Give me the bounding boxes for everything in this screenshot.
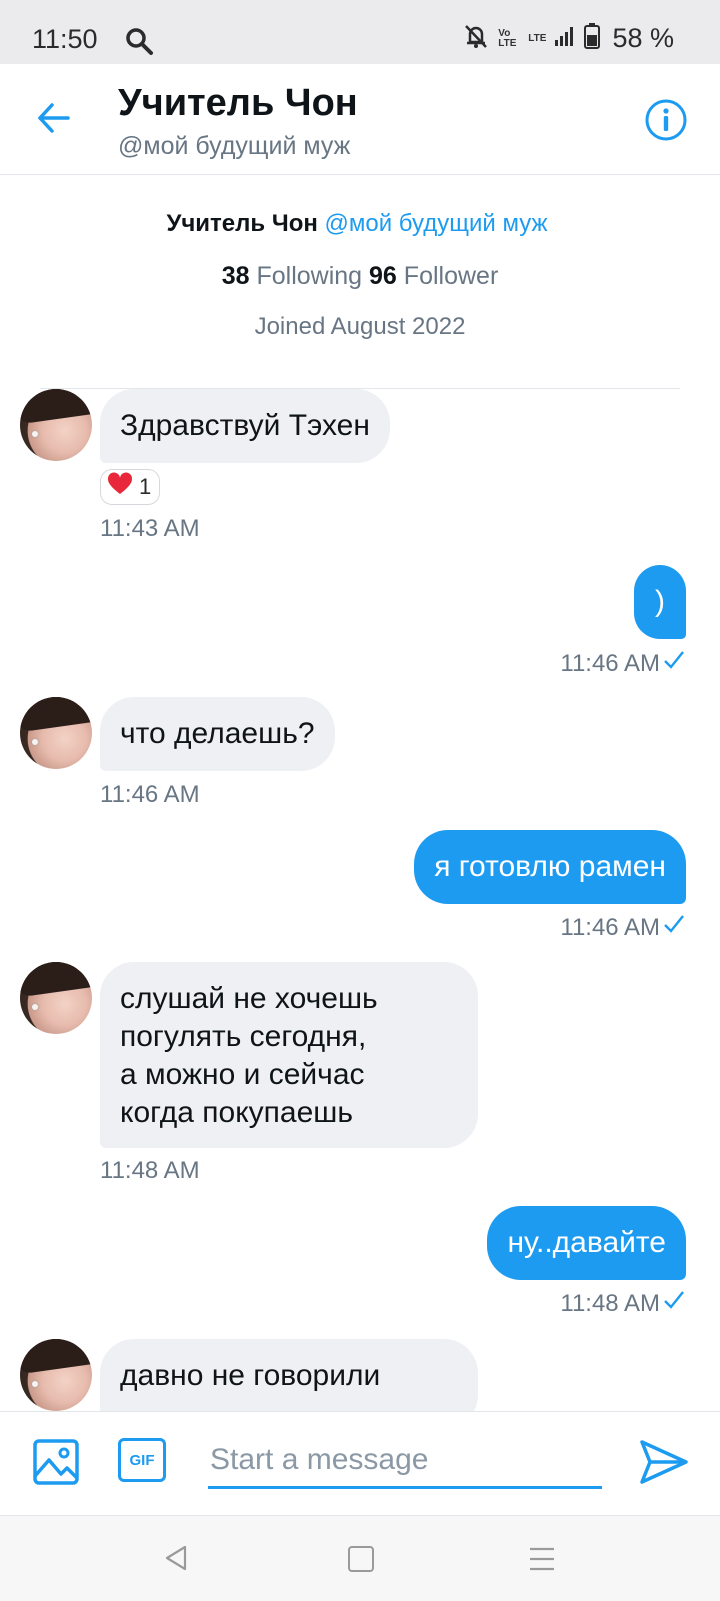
follower-count: 96 — [369, 262, 397, 290]
status-indicators: Vo LTE LTE 58 % — [462, 22, 674, 55]
checkmark-icon — [662, 649, 686, 678]
message-bubble-incoming[interactable]: давно не говорили — [100, 1339, 478, 1411]
conversation-title: Учитель Чон — [118, 82, 358, 124]
conversation-header: Учитель Чон @мой будущий муж — [0, 64, 720, 175]
message-timestamp: 11:46 AM — [560, 649, 660, 677]
message-timestamp: 11:48 AM — [100, 1157, 200, 1184]
message-timestamp-row: 11:48 AM — [560, 1289, 686, 1318]
message-bubble-incoming[interactable]: Здравствуй Тэхен — [100, 389, 390, 463]
message-timestamp: 11:48 AM — [560, 1289, 660, 1317]
message-timestamp: 11:46 AM — [100, 781, 200, 808]
avatar[interactable] — [20, 697, 92, 769]
back-arrow-icon[interactable] — [34, 98, 74, 138]
gif-label: GIF — [129, 1451, 155, 1469]
lte-label: LTE — [528, 32, 547, 44]
message-timestamp-row: 11:46 AM — [560, 913, 686, 942]
search-icon — [124, 26, 154, 61]
nav-recents-icon[interactable] — [528, 1546, 556, 1577]
message-bubble-incoming[interactable]: что делаешь? — [100, 697, 335, 771]
mute-bell-icon — [462, 22, 490, 55]
checkmark-icon — [662, 1289, 686, 1318]
gif-button[interactable]: GIF — [118, 1438, 166, 1482]
status-time: 11:50 — [32, 24, 98, 54]
battery-percent: 58 % — [612, 23, 674, 53]
message-list[interactable]: Здравствуй Тэхен 1 11:43 AM ) 11:46 AM ч… — [0, 389, 720, 1411]
conversation-handle: @мой будущий муж — [118, 132, 351, 160]
reaction-count: 1 — [139, 474, 152, 499]
system-nav-bar — [0, 1515, 720, 1601]
heart-icon — [107, 472, 133, 502]
message-bubble-outgoing[interactable]: ну..давайте — [487, 1206, 686, 1280]
nav-home-icon[interactable] — [348, 1546, 374, 1572]
message-bubble-outgoing[interactable]: я готовлю рамен — [414, 830, 686, 904]
volte-label: Vo LTE — [498, 27, 517, 49]
info-icon[interactable] — [644, 98, 688, 142]
image-icon[interactable] — [32, 1438, 80, 1486]
avatar[interactable] — [20, 1339, 92, 1411]
send-icon[interactable] — [636, 1434, 692, 1490]
signal-icon — [554, 25, 576, 52]
message-timestamp: 11:43 AM — [100, 515, 200, 542]
message-timestamp-row: 11:46 AM — [560, 649, 686, 678]
following-label: Following — [256, 262, 363, 290]
status-bar: 11:50 Vo LTE LTE 58 % — [0, 0, 720, 64]
checkmark-icon — [662, 913, 686, 942]
following-count: 38 — [221, 262, 250, 290]
joined-date: Joined August 2022 — [254, 313, 466, 340]
reaction-badge[interactable]: 1 — [100, 469, 161, 505]
nav-back-icon[interactable] — [164, 1544, 188, 1577]
message-timestamp: 11:46 AM — [560, 913, 660, 941]
avatar[interactable] — [20, 389, 92, 461]
profile-summary[interactable]: Учитель Чон @мой будущий муж 38 Followin… — [0, 210, 720, 341]
avatar[interactable] — [20, 962, 92, 1034]
message-bubble-incoming[interactable]: слушай не хочешь погулять сегодня, а мож… — [100, 962, 478, 1148]
message-bubble-outgoing[interactable]: ) — [634, 565, 686, 639]
profile-name: Учитель Чон — [166, 210, 318, 237]
message-composer: GIF — [0, 1411, 720, 1516]
follower-label: Follower — [403, 262, 499, 290]
profile-handle: @мой будущий муж — [324, 210, 548, 237]
battery-icon — [584, 23, 601, 54]
message-input[interactable] — [208, 1438, 602, 1489]
